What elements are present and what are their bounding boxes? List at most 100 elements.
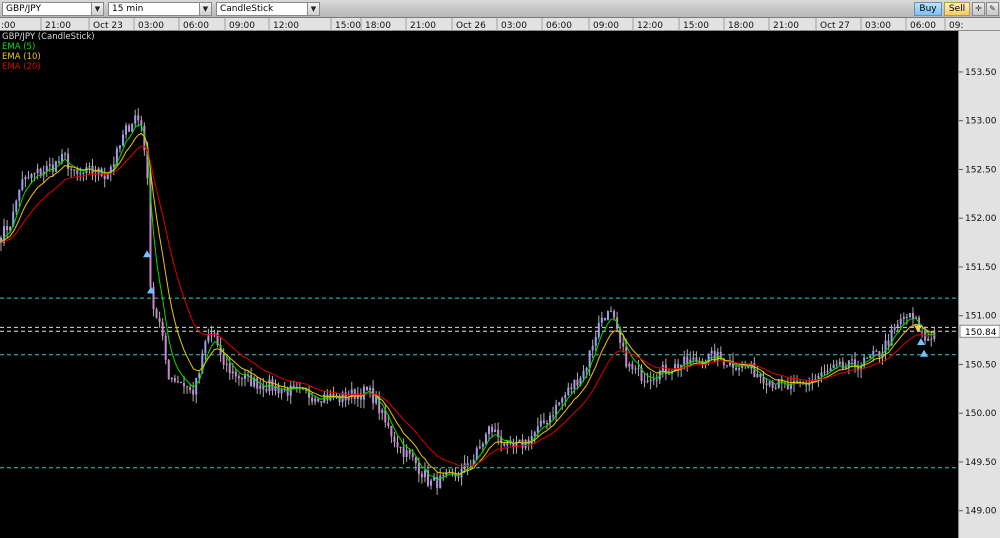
candle-body (838, 361, 841, 365)
candle-body (237, 376, 240, 379)
crosshair-button[interactable]: ✛ (972, 2, 985, 16)
candle-body (27, 177, 30, 179)
chart-style-select[interactable]: CandleStick ▼ (216, 2, 320, 16)
candle-body (15, 200, 18, 212)
candle-body (585, 367, 588, 371)
candle-body (442, 475, 445, 477)
chart-legend: GBP/JPY (CandleStick) EMA (5) EMA (10) E… (2, 32, 95, 72)
candle-body (244, 375, 246, 379)
candle-body (646, 380, 649, 382)
candle-body (399, 446, 402, 448)
candle-body (774, 387, 777, 389)
candle-body (930, 338, 933, 340)
candle-body (481, 443, 484, 447)
candle-body (36, 168, 39, 173)
candle-body (204, 341, 207, 354)
candle-body (582, 370, 585, 378)
candle-body (573, 379, 576, 389)
price-axis-svg: 153.50 153.00 152.50 152.00 151.50 151.00 150.… (959, 68, 1000, 517)
time-axis[interactable]: :00 21:00 Oct 23 03:00 06:00 09:00 12:00 15:00 1… (0, 18, 1000, 31)
candle-body (48, 164, 51, 166)
candle-body (39, 168, 42, 176)
candle-body (311, 397, 314, 402)
candle-body (622, 342, 625, 347)
candle-body (457, 476, 460, 478)
candle-body (420, 473, 423, 478)
candle-body (610, 311, 612, 313)
price-chart[interactable] (0, 31, 958, 538)
candle-body (256, 377, 259, 389)
time-tick-label: 12:00 (273, 21, 299, 31)
candle-body (826, 370, 829, 372)
candle-body (591, 345, 594, 351)
candle-body (317, 398, 320, 402)
candle-body (423, 470, 426, 478)
symbol-select-value: GBP/JPY (6, 4, 41, 14)
candle-body (542, 420, 545, 423)
sell-button[interactable]: Sell (944, 2, 970, 16)
candle-body (491, 426, 494, 433)
candle-body (326, 394, 329, 401)
candle-body (186, 386, 189, 388)
candle-body (594, 336, 597, 346)
timeframe-select[interactable]: 15 min ▼ (108, 2, 212, 16)
candle-body (240, 378, 243, 380)
price-axis[interactable]: 153.50 153.00 152.50 152.00 151.50 151.00 150.… (958, 31, 1000, 538)
candle-body (381, 409, 384, 414)
candle-body (369, 387, 372, 391)
candle-body (683, 356, 686, 365)
time-tick-label: 06:00 (183, 21, 209, 31)
time-tick-label: 12:00 (637, 21, 663, 31)
candle-body (634, 368, 637, 370)
candle-body (710, 350, 713, 354)
legend-ema-5: EMA (5) (2, 42, 36, 52)
candle-body (725, 365, 728, 367)
candle-body (76, 169, 79, 174)
candle-body (869, 355, 872, 359)
candle-body (850, 359, 853, 361)
candle-body (125, 125, 128, 135)
candle-body (643, 380, 646, 382)
candle-body (902, 316, 905, 320)
candle-body (893, 326, 896, 330)
time-tick-label: Oct 27 (820, 21, 850, 31)
candle-body (921, 331, 924, 333)
candle-body (70, 168, 73, 170)
time-tick-label: 15:00 (683, 21, 709, 31)
chevron-down-icon: ▼ (199, 3, 211, 15)
candle-body (908, 313, 911, 318)
candle-body (30, 174, 33, 178)
time-tick-label: 06:00 (546, 21, 572, 31)
candle-body (387, 422, 390, 426)
candle-body (158, 317, 161, 323)
candle-body (606, 311, 609, 320)
candle-body (57, 161, 60, 163)
chevron-down-icon: ▼ (91, 3, 103, 15)
candle-body (576, 379, 579, 386)
candle-body (735, 367, 738, 370)
candle-body (686, 356, 689, 364)
candle-body (6, 226, 9, 231)
candle-body (866, 357, 869, 359)
candle-body (88, 166, 91, 168)
buy-signal-arrow (917, 338, 925, 345)
candle-body (887, 340, 890, 346)
time-tick-label: 09:00 (593, 21, 619, 31)
price-tick-label: 149.50 (965, 458, 997, 468)
candle-body (561, 398, 564, 403)
candle-body (79, 173, 82, 175)
ema-5-line (0, 124, 935, 481)
drawing-tools-button[interactable]: ✎ (986, 2, 999, 16)
candle-body (820, 372, 823, 377)
candle-body (366, 386, 368, 391)
candle-body (289, 385, 292, 396)
buy-button[interactable]: Buy (914, 2, 942, 16)
candle-body (222, 354, 225, 365)
price-tick-label: 153.50 (965, 68, 997, 78)
candle-body (558, 402, 561, 405)
candle-body (64, 153, 67, 155)
symbol-select[interactable]: GBP/JPY ▼ (2, 2, 104, 16)
candle-body (911, 313, 914, 319)
candle-body (536, 426, 539, 433)
candle-body (692, 357, 695, 360)
